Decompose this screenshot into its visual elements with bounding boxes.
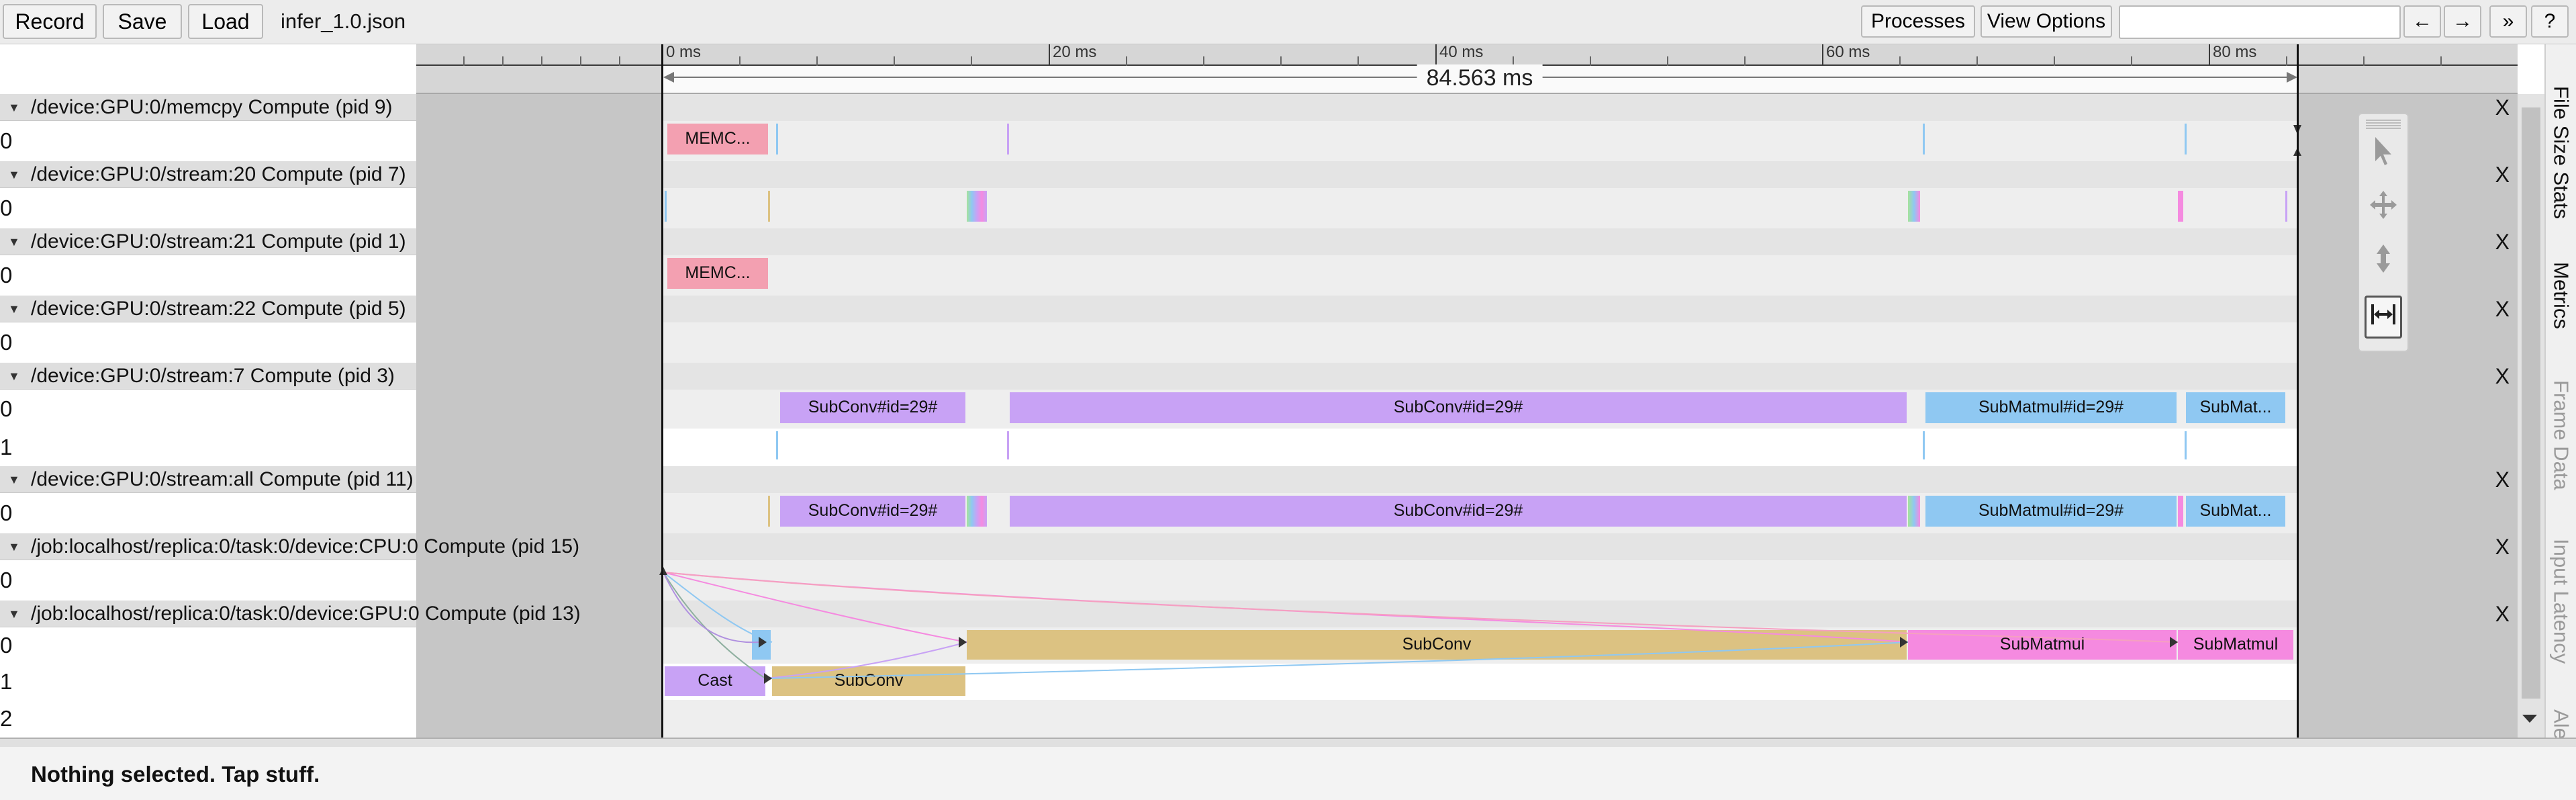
help-button[interactable]: ? (2531, 5, 2569, 38)
palette-drag-handle[interactable] (2366, 120, 2401, 129)
flow-arrows (659, 125, 2301, 684)
tick-label: 80 ms (2213, 43, 2257, 61)
tab-file-size-stats[interactable]: File Size Stats (2549, 86, 2573, 219)
selection-duration: 84.563 ms (1417, 64, 1543, 91)
tick-mark (1049, 44, 1050, 66)
tick-label: 20 ms (1053, 43, 1097, 61)
selection-right-edge[interactable] (2297, 44, 2299, 738)
tick-label: 60 ms (1826, 43, 1870, 61)
tick-mark (1822, 44, 1823, 66)
find-next-button[interactable]: → (2444, 5, 2481, 38)
record-button[interactable]: Record (3, 4, 97, 39)
tab-frame-data[interactable]: Frame Data (2549, 380, 2573, 490)
load-button[interactable]: Load (188, 4, 263, 39)
tab-metrics[interactable]: Metrics (2549, 262, 2573, 329)
pan-tool-icon[interactable] (2365, 188, 2402, 231)
timing-tool-icon[interactable] (2365, 296, 2402, 339)
tick-mark (1435, 44, 1437, 66)
tick-label: 40 ms (1439, 43, 1484, 61)
selection-tool-icon[interactable] (2365, 134, 2402, 177)
scrollbar-thumb[interactable] (2522, 107, 2540, 699)
expand-button[interactable]: » (2489, 5, 2527, 38)
tick-mark (2209, 44, 2210, 66)
arrow-left-icon (663, 72, 674, 83)
tab-input-latency[interactable]: Input Latency (2549, 539, 2573, 664)
selection-status: Nothing selected. Tap stuff. (31, 762, 320, 787)
view-options-button[interactable]: View Options (1981, 5, 2112, 38)
zoom-tool-icon[interactable] (2365, 242, 2402, 285)
panel-splitter[interactable] (0, 738, 2576, 747)
timeline-tracks[interactable]: ▼ /device:GPU:0/memcpy Compute (pid 9) X… (0, 94, 2518, 738)
find-prev-button[interactable]: ← (2403, 5, 2441, 38)
status-bar: Nothing selected. Tap stuff. (0, 747, 2576, 800)
arrow-right-icon (2287, 72, 2297, 83)
toolbar: Record Save Load infer_1.0.json Processe… (0, 0, 2576, 44)
side-panel-tabs: File Size Stats Metrics Frame Data Input… (2544, 44, 2576, 740)
save-button[interactable]: Save (103, 4, 182, 39)
tab-alerts[interactable]: Ale (2549, 709, 2573, 740)
vertical-scrollbar[interactable] (2518, 94, 2544, 738)
selection-left-edge[interactable] (661, 44, 663, 738)
trace-filename: infer_1.0.json (281, 9, 406, 33)
search-input[interactable] (2119, 5, 2401, 39)
time-ruler[interactable]: 0 ms 20 ms 40 ms 60 ms 80 ms 84.563 ms (416, 44, 2518, 94)
processes-button[interactable]: Processes (1861, 5, 1975, 38)
scroll-down-icon[interactable] (2522, 715, 2537, 723)
tool-palette (2358, 113, 2409, 352)
tick-label: 0 ms (666, 43, 702, 61)
